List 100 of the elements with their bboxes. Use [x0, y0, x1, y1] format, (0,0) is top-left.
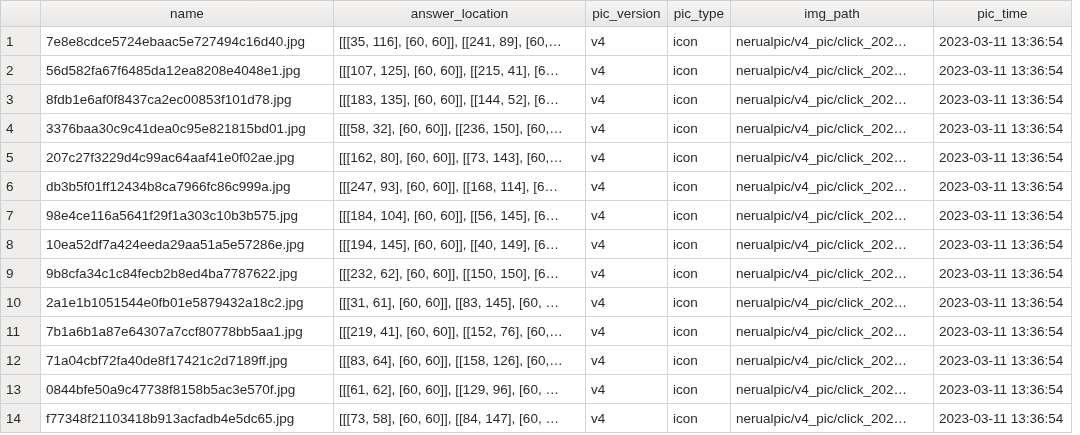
table-cell: nerualpic/v4_pic/click_202… — [731, 317, 934, 346]
table-cell: 2023-03-11 13:36:54 — [934, 201, 1072, 230]
table-cell: nerualpic/v4_pic/click_202… — [731, 375, 934, 404]
row-header[interactable]: 13 — [1, 375, 41, 404]
table-cell: [[[73, 58], [60, 60]], [[84, 147], [60, … — [334, 404, 586, 433]
table-cell: [[[107, 125], [60, 60]], [[215, 41], [6… — [334, 56, 586, 85]
table-cell: nerualpic/v4_pic/click_202… — [731, 143, 934, 172]
row-header[interactable]: 11 — [1, 317, 41, 346]
table-cell: 56d582fa67f6485da12ea8208e4048e1.jpg — [41, 56, 334, 85]
table-cell: 2a1e1b1051544e0fb01e5879432a18c2.jpg — [41, 288, 334, 317]
table-cell: v4 — [586, 201, 668, 230]
table-cell: v4 — [586, 56, 668, 85]
table-cell: v4 — [586, 404, 668, 433]
row-header[interactable]: 3 — [1, 85, 41, 114]
row-header[interactable]: 8 — [1, 230, 41, 259]
row-header[interactable]: 14 — [1, 404, 41, 433]
row-header[interactable]: 6 — [1, 172, 41, 201]
table-cell: v4 — [586, 288, 668, 317]
row-header[interactable]: 4 — [1, 114, 41, 143]
table-cell: 2023-03-11 13:36:54 — [934, 27, 1072, 56]
table-cell: nerualpic/v4_pic/click_202… — [731, 27, 934, 56]
table-cell: nerualpic/v4_pic/click_202… — [731, 201, 934, 230]
table-cell: 2023-03-11 13:36:54 — [934, 259, 1072, 288]
table-cell: v4 — [586, 346, 668, 375]
table-cell: nerualpic/v4_pic/click_202… — [731, 172, 934, 201]
table-cell: 2023-03-11 13:36:54 — [934, 375, 1072, 404]
row-header[interactable]: 10 — [1, 288, 41, 317]
table-cell: 2023-03-11 13:36:54 — [934, 317, 1072, 346]
table-cell: [[[232, 62], [60, 60]], [[150, 150], [6… — [334, 259, 586, 288]
table-cell: [[[31, 61], [60, 60]], [[83, 145], [60, … — [334, 288, 586, 317]
table-cell: 98e4ce116a5641f29f1a303c10b3b575.jpg — [41, 201, 334, 230]
table-cell: 2023-03-11 13:36:54 — [934, 288, 1072, 317]
table-cell: icon — [668, 27, 731, 56]
table-cell: 2023-03-11 13:36:54 — [934, 404, 1072, 433]
table-cell: icon — [668, 404, 731, 433]
table-cell: icon — [668, 56, 731, 85]
table-cell: 10ea52df7a424eeda29aa51a5e57286e.jpg — [41, 230, 334, 259]
table-cell: 2023-03-11 13:36:54 — [934, 346, 1072, 375]
row-header[interactable]: 5 — [1, 143, 41, 172]
row-header[interactable]: 7 — [1, 201, 41, 230]
table-cell: [[[247, 93], [60, 60]], [[168, 114], [6… — [334, 172, 586, 201]
column-header[interactable]: pic_version — [586, 1, 668, 27]
table-cell: db3b5f01ff12434b8ca7966fc86c999a.jpg — [41, 172, 334, 201]
column-header[interactable]: pic_time — [934, 1, 1072, 27]
table-cell: 2023-03-11 13:36:54 — [934, 230, 1072, 259]
column-header[interactable]: img_path — [731, 1, 934, 27]
table-cell: 71a04cbf72fa40de8f17421c2d7189ff.jpg — [41, 346, 334, 375]
table-cell: nerualpic/v4_pic/click_202… — [731, 288, 934, 317]
table-cell: 2023-03-11 13:36:54 — [934, 172, 1072, 201]
table-cell: icon — [668, 375, 731, 404]
table-cell: v4 — [586, 85, 668, 114]
table-cell: icon — [668, 317, 731, 346]
table-cell: nerualpic/v4_pic/click_202… — [731, 114, 934, 143]
table-cell: f77348f21103418b913acfadb4e5dc65.jpg — [41, 404, 334, 433]
table-cell: nerualpic/v4_pic/click_202… — [731, 85, 934, 114]
table-cell: icon — [668, 259, 731, 288]
corner-header[interactable] — [1, 1, 41, 27]
table-cell: nerualpic/v4_pic/click_202… — [731, 404, 934, 433]
table-cell: 7b1a6b1a87e64307a7ccf80778bb5aa1.jpg — [41, 317, 334, 346]
row-header[interactable]: 1 — [1, 27, 41, 56]
column-header[interactable]: answer_location — [334, 1, 586, 27]
table-cell: icon — [668, 114, 731, 143]
table-cell: 2023-03-11 13:36:54 — [934, 85, 1072, 114]
table-cell: [[[58, 32], [60, 60]], [[236, 150], [60,… — [334, 114, 586, 143]
table-cell: icon — [668, 85, 731, 114]
table-cell: 7e8e8cdce5724ebaac5e727494c16d40.jpg — [41, 27, 334, 56]
column-header[interactable]: name — [41, 1, 334, 27]
table-cell: [[[83, 64], [60, 60]], [[158, 126], [60,… — [334, 346, 586, 375]
table-cell: 2023-03-11 13:36:54 — [934, 56, 1072, 85]
table-cell: 8fdb1e6af0f8437ca2ec00853f101d78.jpg — [41, 85, 334, 114]
table-cell: v4 — [586, 27, 668, 56]
table-cell: 207c27f3229d4c99ac64aaf41e0f02ae.jpg — [41, 143, 334, 172]
table-cell: v4 — [586, 259, 668, 288]
column-header[interactable]: pic_type — [668, 1, 731, 27]
table-cell: 9b8cfa34c1c84fecb2b8ed4ba7787622.jpg — [41, 259, 334, 288]
table-cell: icon — [668, 201, 731, 230]
table-cell: v4 — [586, 230, 668, 259]
table-cell: [[[35, 116], [60, 60]], [[241, 89], [60,… — [334, 27, 586, 56]
row-header[interactable]: 9 — [1, 259, 41, 288]
table-cell: icon — [668, 172, 731, 201]
row-header[interactable]: 2 — [1, 56, 41, 85]
table-cell: nerualpic/v4_pic/click_202… — [731, 346, 934, 375]
table-cell: nerualpic/v4_pic/click_202… — [731, 230, 934, 259]
table-cell: 0844bfe50a9c47738f8158b5ac3e570f.jpg — [41, 375, 334, 404]
table-cell: 3376baa30c9c41dea0c95e821815bd01.jpg — [41, 114, 334, 143]
table-cell: icon — [668, 346, 731, 375]
table-cell: nerualpic/v4_pic/click_202… — [731, 259, 934, 288]
table-cell: nerualpic/v4_pic/click_202… — [731, 56, 934, 85]
table-cell: [[[184, 104], [60, 60]], [[56, 145], [6… — [334, 201, 586, 230]
table-cell: 2023-03-11 13:36:54 — [934, 114, 1072, 143]
row-header[interactable]: 12 — [1, 346, 41, 375]
table-cell: v4 — [586, 143, 668, 172]
table-cell: v4 — [586, 317, 668, 346]
table-cell: v4 — [586, 114, 668, 143]
table-cell: [[[194, 145], [60, 60]], [[40, 149], [6… — [334, 230, 586, 259]
table-cell: [[[183, 135], [60, 60]], [[144, 52], [6… — [334, 85, 586, 114]
table-cell: 2023-03-11 13:36:54 — [934, 143, 1072, 172]
table-cell: [[[61, 62], [60, 60]], [[129, 96], [60, … — [334, 375, 586, 404]
table-cell: icon — [668, 230, 731, 259]
table-cell: icon — [668, 143, 731, 172]
